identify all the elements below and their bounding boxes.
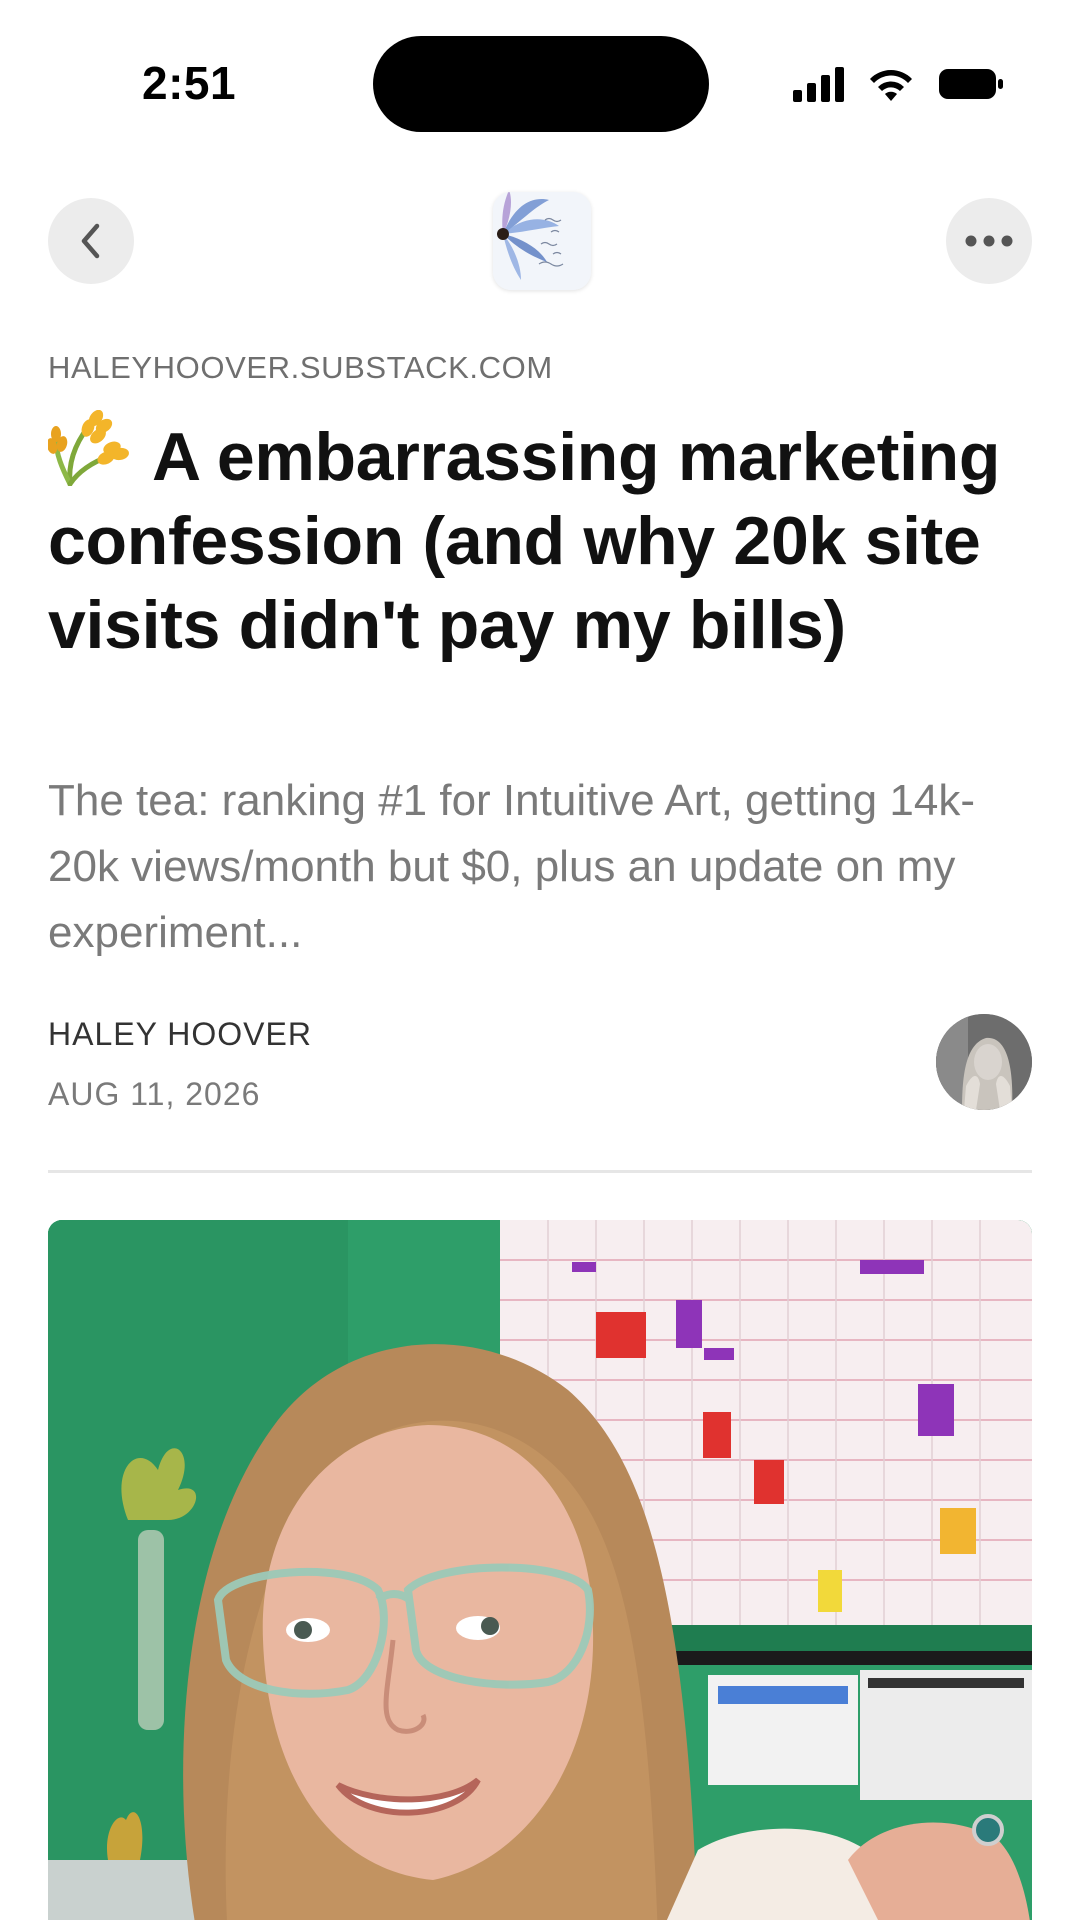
status-bar: 2:51 (0, 0, 1080, 150)
post-date: AUG 11, 2026 (48, 1076, 261, 1112)
back-button[interactable] (48, 198, 134, 284)
battery-icon (938, 67, 1004, 101)
author-name[interactable]: HALEY HOOVER (48, 1016, 312, 1053)
article-title: A embarrassing marketing confession (and… (48, 410, 1028, 667)
hero-image[interactable] (48, 1220, 1032, 1920)
author-avatar[interactable] (936, 1014, 1032, 1110)
more-button[interactable] (946, 198, 1032, 284)
article-screen: 2:51 HALEYHOOVER.SUBSTACK.COM A embarras… (0, 0, 1080, 1920)
status-icons (793, 64, 1004, 104)
publication-name[interactable]: HALEYHOOVER.SUBSTACK.COM (48, 350, 553, 386)
status-time: 2:51 (142, 57, 237, 109)
nav-bar (0, 190, 1080, 290)
more-horizontal-icon (965, 235, 1013, 247)
header-divider (48, 1170, 1032, 1173)
article-subtitle: The tea: ranking #1 for Intuitive Art, g… (48, 776, 975, 957)
publication-logo[interactable] (493, 192, 591, 290)
chevron-left-icon (81, 223, 100, 259)
wheat-icon (48, 410, 129, 486)
wifi-icon (866, 65, 916, 103)
signal-icon (793, 66, 844, 102)
article-title-text: A embarrassing marketing confession (and… (48, 419, 1001, 663)
dynamic-island (373, 36, 709, 132)
